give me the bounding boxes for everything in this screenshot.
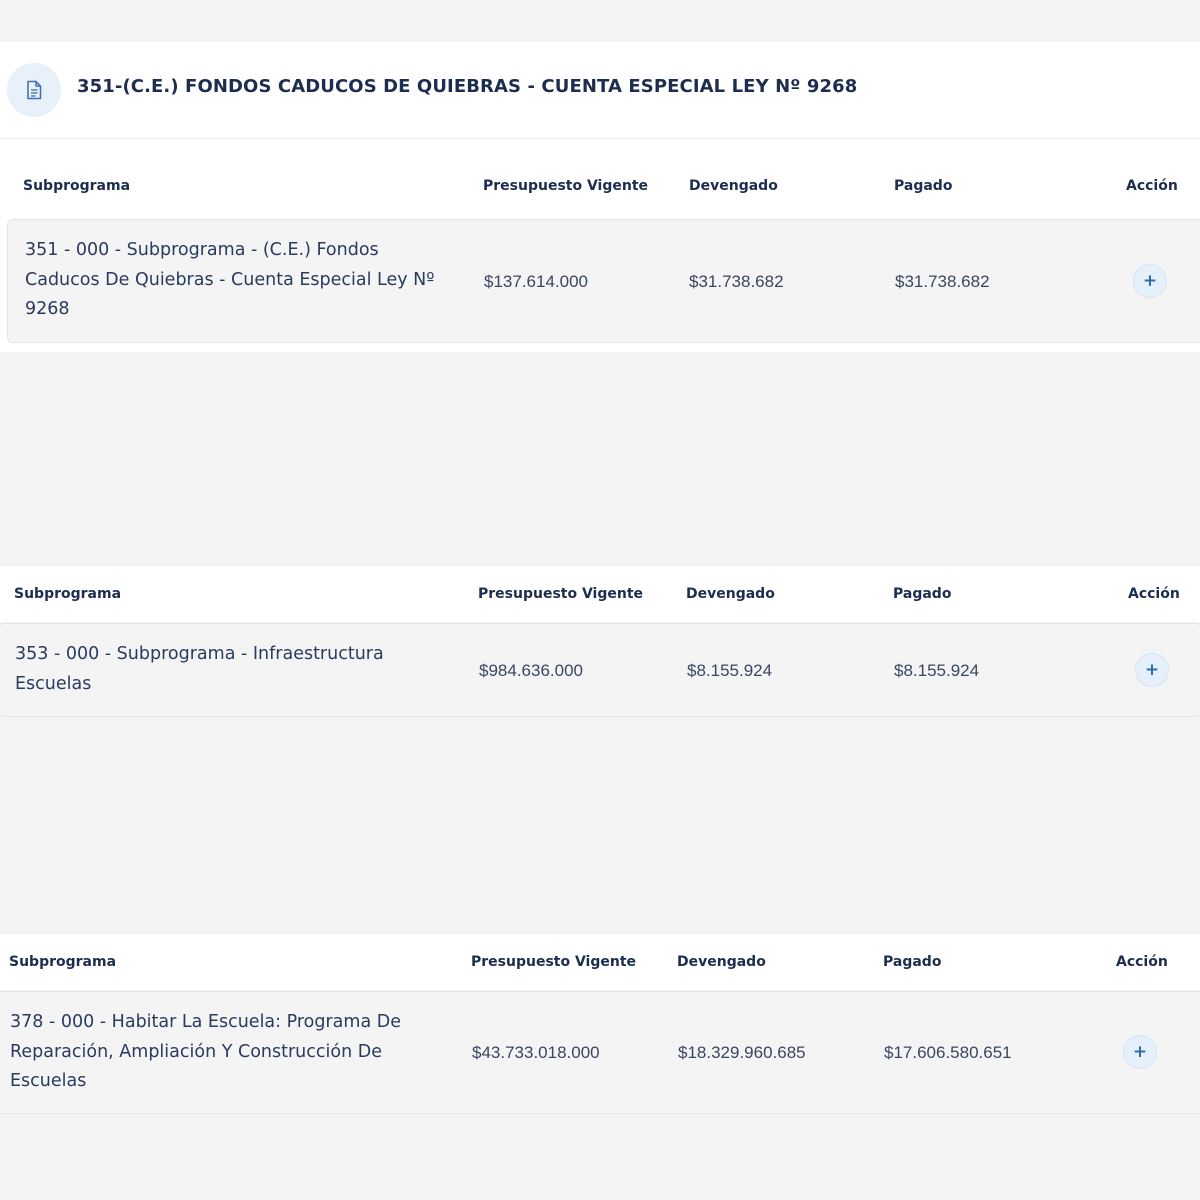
column-header-presupuesto: Presupuesto Vigente — [471, 954, 637, 970]
plus-icon: + — [1142, 271, 1158, 291]
column-header-pagado: Pagado — [883, 954, 942, 970]
table-row: 351 - 000 - Subprograma - (C.E.) Fondos … — [7, 219, 1200, 343]
table-header-3: Subprograma Presupuesto Vigente Devengad… — [0, 934, 1200, 990]
column-header-accion: Acción — [1116, 954, 1168, 970]
table-row: 353 - 000 - Subprograma - Infraestructur… — [0, 623, 1200, 717]
column-header-devengado: Devengado — [686, 586, 775, 602]
expand-button[interactable]: + — [1123, 1035, 1157, 1069]
devengado-cell: $31.738.682 — [689, 272, 784, 291]
devengado-cell: $8.155.924 — [687, 661, 773, 680]
column-header-pagado: Pagado — [894, 178, 953, 194]
column-header-accion: Acción — [1128, 586, 1180, 602]
pagado-cell: $31.738.682 — [895, 272, 990, 291]
subprograma-cell: 378 - 000 - Habitar La Escuela: Programa… — [10, 1012, 401, 1091]
document-icon — [7, 63, 61, 117]
pagado-cell: $17.606.580.651 — [884, 1043, 1012, 1062]
plus-icon: + — [1132, 1042, 1148, 1062]
column-header-presupuesto: Presupuesto Vigente — [483, 178, 649, 194]
presupuesto-cell: $984.636.000 — [479, 661, 583, 680]
expand-button[interactable]: + — [1135, 653, 1169, 687]
subprograma-cell: 351 - 000 - Subprograma - (C.E.) Fondos … — [25, 240, 435, 319]
presupuesto-cell: $43.733.018.000 — [472, 1043, 600, 1062]
column-header-devengado: Devengado — [677, 954, 766, 970]
column-header-subprograma: Subprograma — [14, 586, 122, 602]
column-header-accion: Acción — [1126, 178, 1178, 194]
presupuesto-cell: $137.614.000 — [484, 272, 588, 291]
devengado-cell: $18.329.960.685 — [678, 1043, 806, 1062]
column-header-devengado: Devengado — [689, 178, 778, 194]
column-header-pagado: Pagado — [893, 586, 952, 602]
plus-icon: + — [1144, 660, 1160, 680]
column-header-presupuesto: Presupuesto Vigente — [478, 586, 644, 602]
table-header-2: Subprograma Presupuesto Vigente Devengad… — [0, 566, 1200, 622]
column-header-subprograma: Subprograma — [9, 954, 117, 970]
page-title: 351-(C.E.) FONDOS CADUCOS DE QUIEBRAS - … — [77, 76, 858, 97]
pagado-cell: $8.155.924 — [894, 661, 980, 680]
table-row: 378 - 000 - Habitar La Escuela: Programa… — [0, 991, 1200, 1114]
subprograma-cell: 353 - 000 - Subprograma - Infraestructur… — [15, 644, 384, 694]
column-header-subprograma: Subprograma — [23, 178, 131, 194]
program-title-bar: 351-(C.E.) FONDOS CADUCOS DE QUIEBRAS - … — [0, 42, 1200, 139]
expand-button[interactable]: + — [1133, 264, 1167, 298]
table-header-1: Subprograma Presupuesto Vigente Devengad… — [0, 158, 1200, 214]
